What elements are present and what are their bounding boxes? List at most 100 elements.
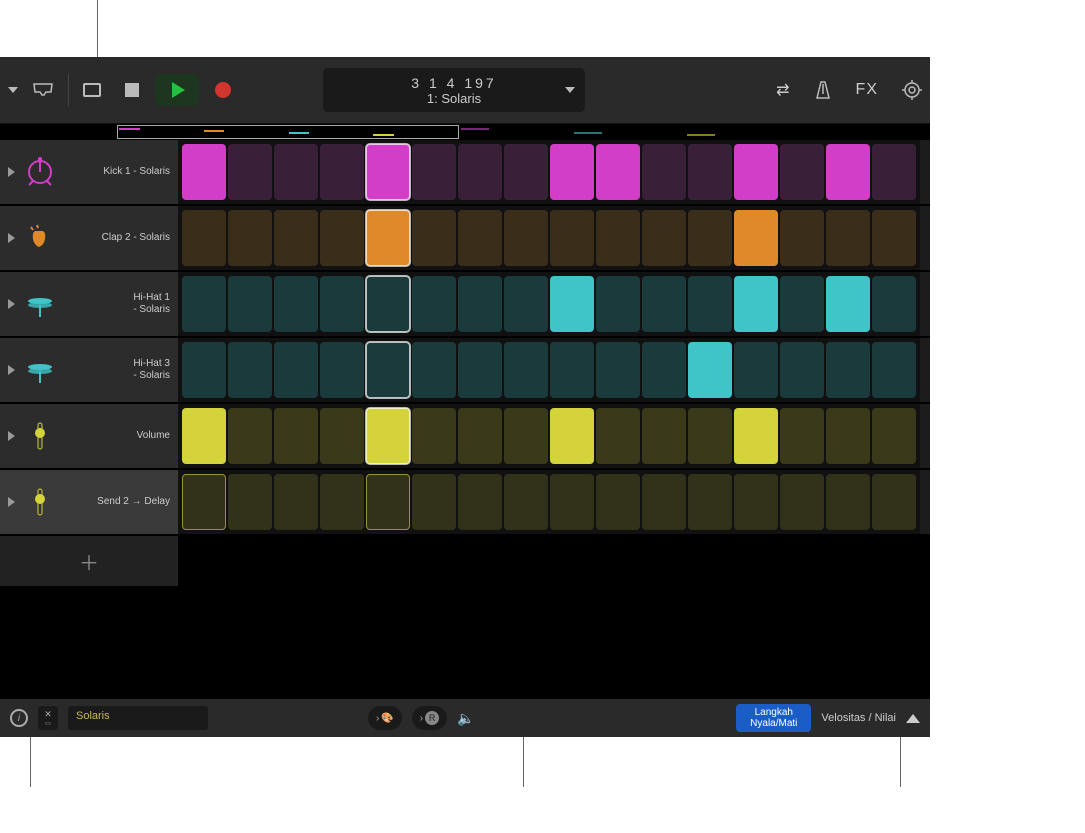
track-play-button[interactable]	[8, 233, 15, 243]
step-cell[interactable]	[228, 276, 272, 332]
sound-name-field[interactable]: Solaris	[68, 706, 208, 730]
step-cell[interactable]	[458, 210, 502, 266]
track-header[interactable]: Volume	[0, 404, 178, 468]
step-cell[interactable]	[596, 144, 640, 200]
step-cell[interactable]	[780, 408, 824, 464]
track-header[interactable]: Hi-Hat 3- Solaris	[0, 338, 178, 402]
step-cell[interactable]	[596, 408, 640, 464]
step-cell[interactable]	[228, 144, 272, 200]
step-cell[interactable]	[826, 474, 870, 530]
step-cell[interactable]	[366, 276, 410, 332]
step-cell[interactable]	[366, 342, 410, 398]
step-cell[interactable]	[872, 210, 916, 266]
step-cell[interactable]	[412, 276, 456, 332]
step-cell[interactable]	[688, 144, 732, 200]
step-cell[interactable]	[596, 276, 640, 332]
step-cell[interactable]	[550, 342, 594, 398]
preview-button[interactable]: 🔈	[457, 710, 474, 727]
step-cell[interactable]	[274, 276, 318, 332]
step-cell[interactable]	[872, 144, 916, 200]
step-cell[interactable]	[688, 474, 732, 530]
step-cell[interactable]	[412, 408, 456, 464]
step-cell[interactable]	[274, 144, 318, 200]
step-cell[interactable]	[872, 342, 916, 398]
step-cell[interactable]	[412, 210, 456, 266]
step-cell[interactable]	[320, 210, 364, 266]
step-cell[interactable]	[642, 276, 686, 332]
step-cell[interactable]	[412, 144, 456, 200]
step-cell[interactable]	[274, 474, 318, 530]
step-cell[interactable]	[182, 210, 226, 266]
step-cell[interactable]	[412, 342, 456, 398]
step-cell[interactable]	[412, 474, 456, 530]
step-cell[interactable]	[734, 144, 778, 200]
step-cell[interactable]	[550, 144, 594, 200]
step-cell[interactable]	[366, 210, 410, 266]
step-cell[interactable]	[688, 342, 732, 398]
step-cell[interactable]	[826, 342, 870, 398]
step-cell[interactable]	[872, 408, 916, 464]
step-cell[interactable]	[366, 474, 410, 530]
delete-button[interactable]: ✕▭	[38, 706, 58, 730]
stop-button[interactable]	[125, 83, 139, 97]
step-cell[interactable]	[366, 144, 410, 200]
step-cell[interactable]	[780, 342, 824, 398]
step-cell[interactable]	[780, 210, 824, 266]
step-cell[interactable]	[826, 144, 870, 200]
step-cell[interactable]	[274, 210, 318, 266]
step-cell[interactable]	[366, 408, 410, 464]
step-cell[interactable]	[780, 276, 824, 332]
metronome-button[interactable]	[814, 80, 832, 100]
step-cell[interactable]	[734, 408, 778, 464]
settings-button[interactable]	[902, 80, 922, 100]
step-cell[interactable]	[504, 276, 548, 332]
step-cell[interactable]	[458, 474, 502, 530]
step-cell[interactable]	[182, 342, 226, 398]
step-cell[interactable]	[826, 276, 870, 332]
step-cell[interactable]	[642, 342, 686, 398]
step-cell[interactable]	[642, 210, 686, 266]
step-cell[interactable]	[642, 144, 686, 200]
velocity-label[interactable]: Velositas / Nilai	[821, 712, 896, 724]
step-cell[interactable]	[550, 474, 594, 530]
step-mode-button[interactable]: Langkah Nyala/Mati	[736, 704, 811, 732]
track-play-button[interactable]	[8, 431, 15, 441]
step-cell[interactable]	[320, 144, 364, 200]
track-header[interactable]: Send 2 → Delay	[0, 470, 178, 534]
step-cell[interactable]	[458, 144, 502, 200]
step-cell[interactable]	[504, 210, 548, 266]
step-cell[interactable]	[182, 474, 226, 530]
step-cell[interactable]	[182, 408, 226, 464]
step-cell[interactable]	[458, 342, 502, 398]
step-cell[interactable]	[228, 210, 272, 266]
collapse-button[interactable]	[906, 714, 920, 723]
step-cell[interactable]	[550, 276, 594, 332]
step-cell[interactable]	[504, 342, 548, 398]
step-cell[interactable]	[228, 342, 272, 398]
step-cell[interactable]	[504, 474, 548, 530]
step-cell[interactable]	[228, 474, 272, 530]
step-cell[interactable]	[826, 408, 870, 464]
track-header[interactable]: Clap 2 - Solaris	[0, 206, 178, 270]
lcd-display[interactable]: 3 1 4 197 1: Solaris	[323, 68, 585, 112]
step-cell[interactable]	[458, 276, 502, 332]
step-cell[interactable]	[642, 408, 686, 464]
step-cell[interactable]	[734, 474, 778, 530]
step-cell[interactable]	[872, 276, 916, 332]
step-cell[interactable]	[780, 474, 824, 530]
color-picker-button[interactable]: ›🎨	[368, 706, 402, 730]
step-cell[interactable]	[182, 276, 226, 332]
step-cell[interactable]	[550, 210, 594, 266]
track-play-button[interactable]	[8, 167, 15, 177]
step-cell[interactable]	[596, 474, 640, 530]
track-play-button[interactable]	[8, 497, 15, 507]
step-cell[interactable]	[274, 342, 318, 398]
step-cell[interactable]	[550, 408, 594, 464]
track-header[interactable]: Hi-Hat 1- Solaris	[0, 272, 178, 336]
step-cell[interactable]	[780, 144, 824, 200]
step-cell[interactable]	[642, 474, 686, 530]
play-button[interactable]	[155, 74, 199, 106]
library-dropdown[interactable]	[8, 87, 18, 93]
step-cell[interactable]	[688, 276, 732, 332]
inbox-button[interactable]	[32, 82, 54, 98]
